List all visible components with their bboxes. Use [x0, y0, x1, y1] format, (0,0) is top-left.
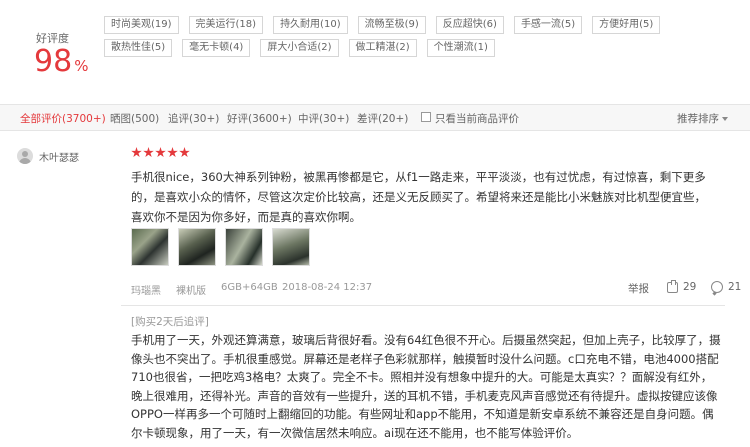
- tag[interactable]: 毫无卡顿(4): [182, 39, 251, 57]
- tag[interactable]: 散热性佳(5): [104, 39, 173, 57]
- filter-all[interactable]: 全部评价(3700+): [20, 111, 106, 126]
- sort-label: 推荐排序: [677, 113, 719, 125]
- thumbs-up-icon: [667, 279, 678, 293]
- filter-bad[interactable]: 差评(20+): [357, 111, 408, 126]
- tag[interactable]: 流畅至极(9): [357, 16, 426, 34]
- filter-good[interactable]: 好评(3600+): [227, 111, 292, 126]
- review-photo-thumbnail[interactable]: [225, 228, 263, 266]
- append-content: 手机用了一天，外观还算满意，玻璃后背很好看。没有64红色很不开心。后摄虽然突起，…: [131, 333, 721, 440]
- current-only-label[interactable]: 只看当前商品评价: [435, 111, 519, 126]
- tag[interactable]: 时尚美观(19): [104, 16, 179, 34]
- append-label: [购买2天后追评]: [131, 316, 209, 328]
- filter-bar: 全部评价(3700+) 晒图(500) 追评(30+) 好评(3600+) 中评…: [0, 104, 750, 131]
- like-button[interactable]: 29: [667, 279, 697, 293]
- avatar: [17, 148, 33, 164]
- current-only-checkbox[interactable]: [421, 112, 431, 122]
- review-photo-thumbnail[interactable]: [272, 228, 310, 266]
- tag[interactable]: 持久耐用(10): [273, 16, 348, 34]
- tag[interactable]: 反应超快(6): [435, 16, 504, 34]
- tag[interactable]: 做工精湛(2): [348, 39, 417, 57]
- rate-value: 98%: [34, 44, 88, 84]
- tag-list: 时尚美观(19) 完美运行(18) 持久耐用(10) 流畅至极(9) 反应超快(…: [104, 16, 724, 62]
- product-spec: 6GB+64GB: [221, 282, 278, 293]
- report-link[interactable]: 举报: [628, 281, 649, 296]
- star-icon: [167, 147, 178, 158]
- star-icon: [179, 147, 190, 158]
- filter-append[interactable]: 追评(30+): [168, 111, 219, 126]
- review-user: 木叶瑟瑟: [17, 148, 79, 164]
- review-date: 2018-08-24 12:37: [282, 282, 373, 293]
- product-version: 裸机版: [176, 286, 206, 297]
- tag[interactable]: 屏大小合适(2): [260, 39, 339, 57]
- product-color: 玛瑙黑: [131, 286, 161, 297]
- report-label: 举报: [628, 283, 649, 295]
- rate-unit: %: [74, 57, 89, 75]
- star-icon: [131, 147, 142, 158]
- review-photo-thumbnail[interactable]: [131, 228, 169, 266]
- review-content: 手机很nice，360大神系列钟粉，被黑再惨都是它，从f1一路走来，平平淡淡，也…: [131, 170, 706, 224]
- tag[interactable]: 手感一流(5): [513, 16, 583, 34]
- comment-count: 21: [728, 281, 742, 293]
- like-count: 29: [683, 281, 697, 293]
- chevron-down-icon: [722, 117, 728, 121]
- rating-summary: 好评度 98% 时尚美观(19) 完美运行(18) 持久耐用(10) 流畅至极(…: [0, 0, 750, 100]
- star-icon: [143, 147, 154, 158]
- comment-icon: [711, 281, 723, 293]
- divider: [121, 305, 725, 306]
- tag[interactable]: 个性潮流(1): [426, 39, 495, 57]
- filter-medium[interactable]: 中评(30+): [298, 111, 349, 126]
- star-rating: [131, 147, 191, 158]
- review-photos: [131, 228, 319, 266]
- comment-button[interactable]: 21: [711, 281, 741, 293]
- filter-photo[interactable]: 晒图(500): [110, 111, 159, 126]
- tag[interactable]: 完美运行(18): [188, 16, 264, 34]
- rate-number: 98: [34, 44, 73, 79]
- review-photo-thumbnail[interactable]: [178, 228, 216, 266]
- tag[interactable]: 方便好用(5): [592, 16, 661, 34]
- username: 木叶瑟瑟: [39, 152, 79, 164]
- star-icon: [155, 147, 166, 158]
- sort-dropdown[interactable]: 推荐排序: [677, 111, 728, 126]
